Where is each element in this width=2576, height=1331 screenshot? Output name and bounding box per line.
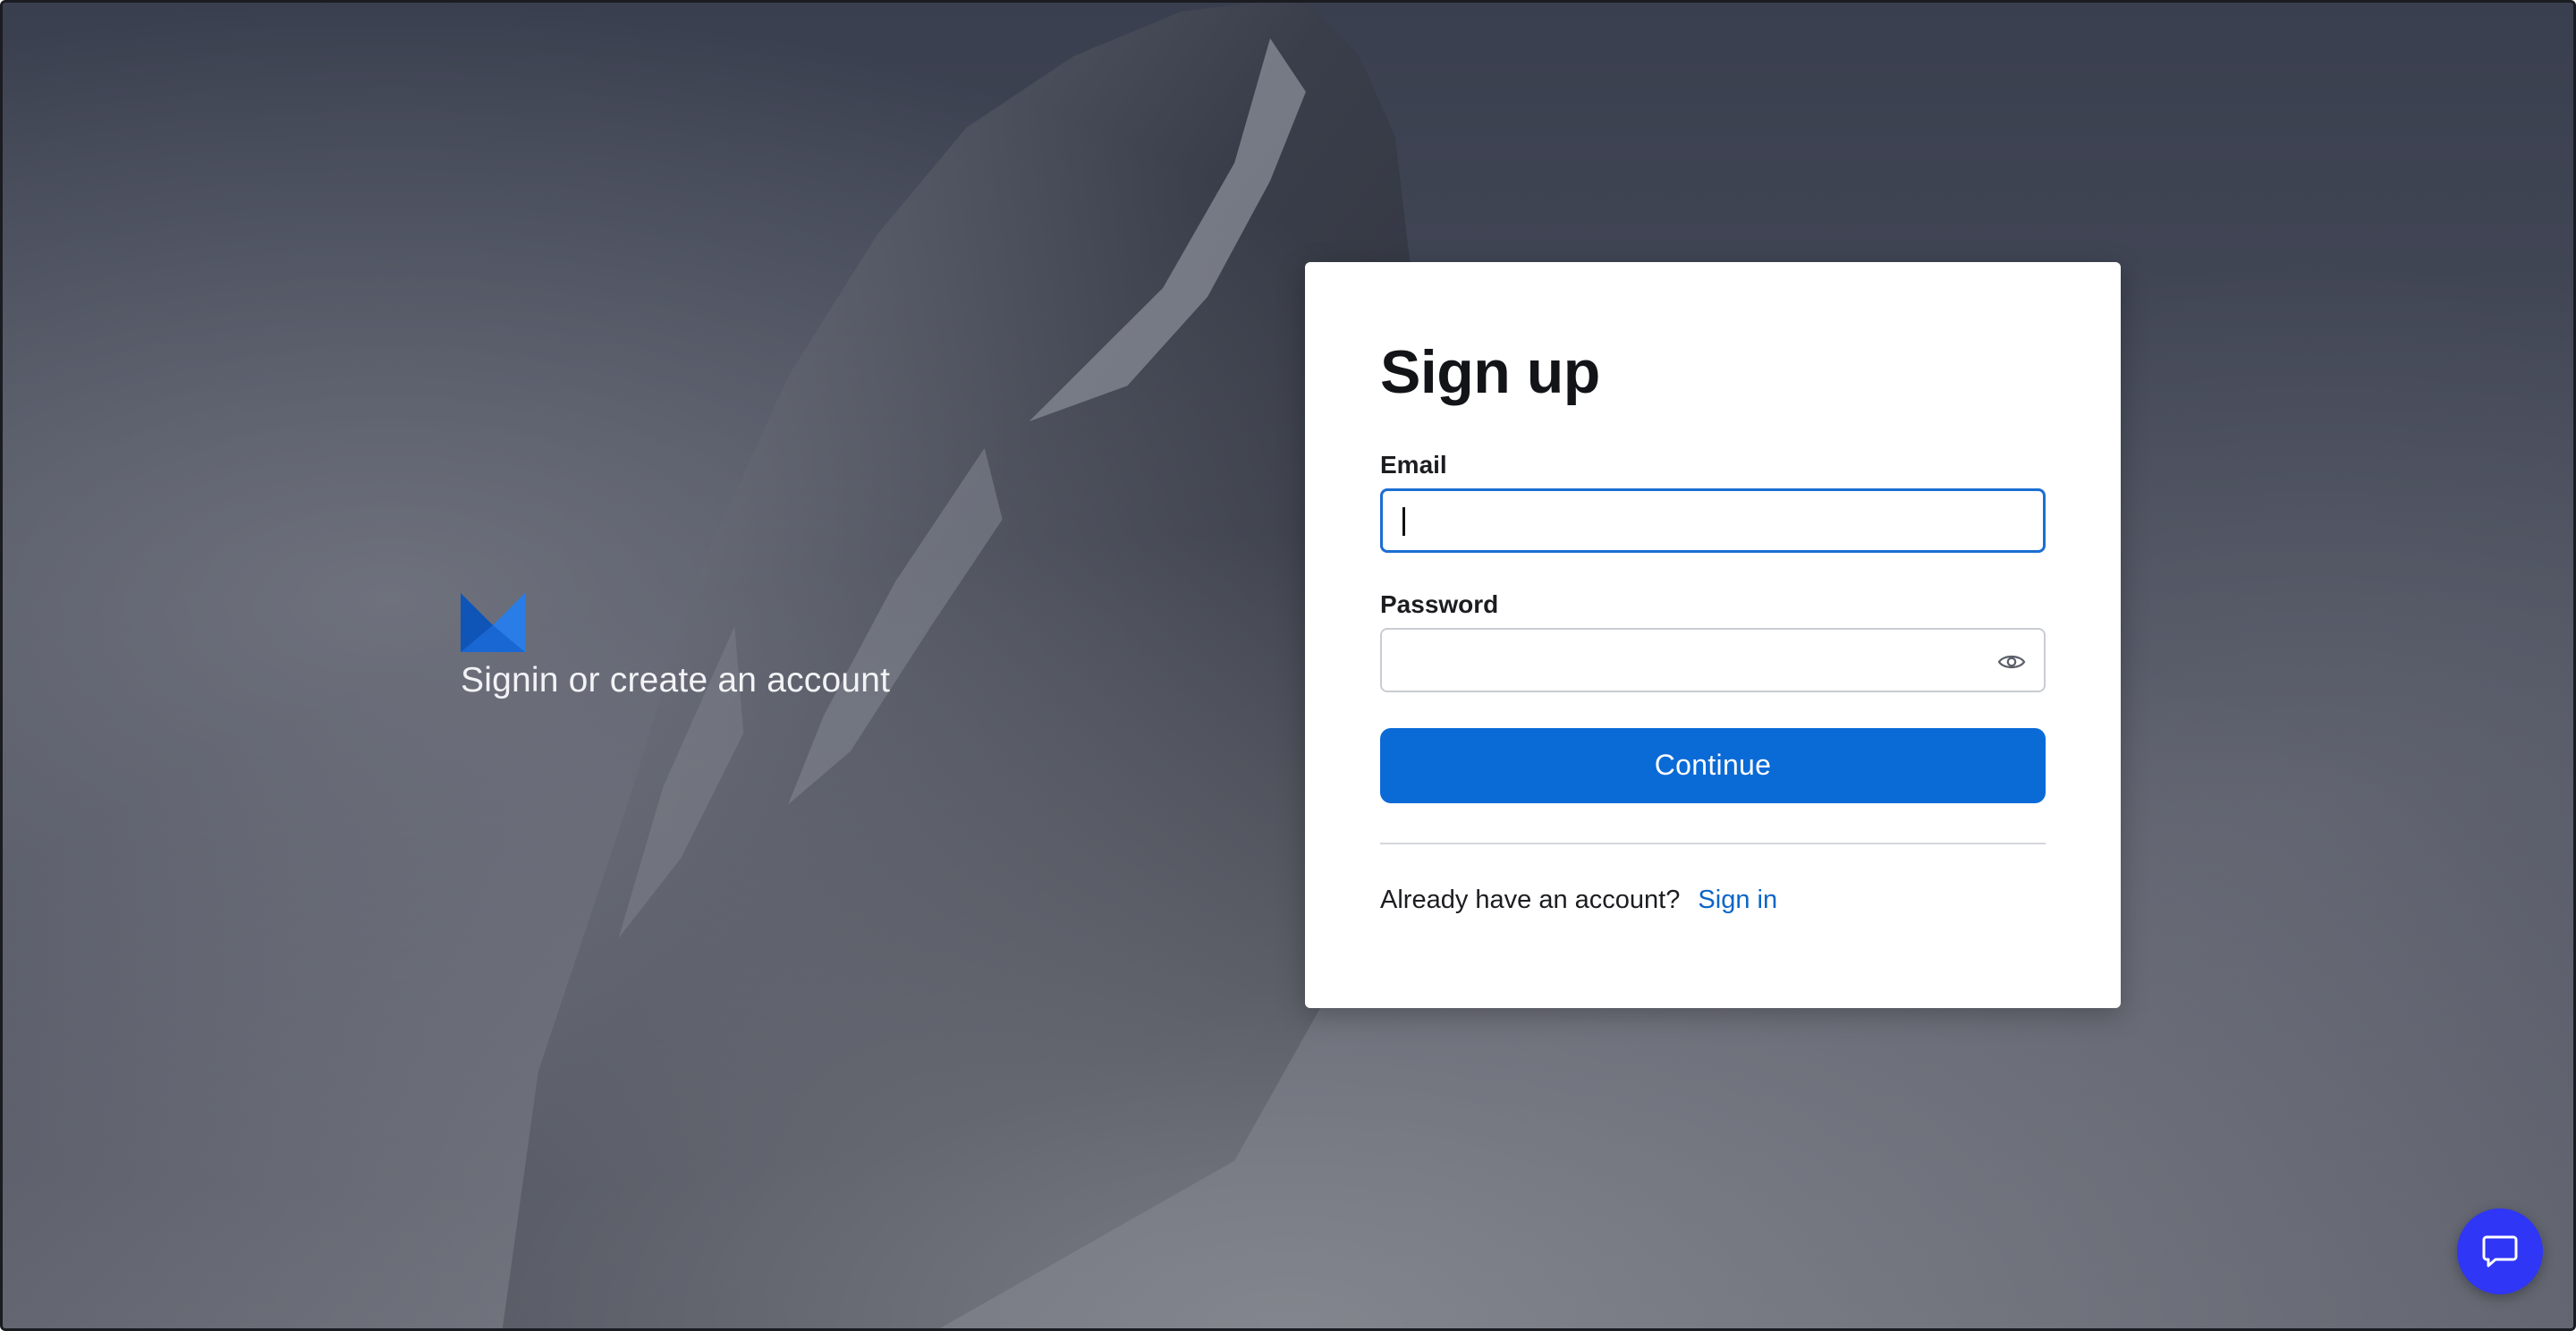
app-screen: Signin or create an account Sign up Emai… [0,0,2576,1331]
text-caret [1402,506,1405,536]
divider [1380,842,2046,844]
continue-button[interactable]: Continue [1380,727,2046,803]
email-field-wrapper [1380,487,2046,553]
password-label: Password [1380,589,1499,618]
brand-tagline: Signin or create an account [461,661,891,699]
password-field[interactable] [1382,629,2044,691]
eye-icon [1997,655,2026,668]
signup-card: Sign up Email Password Continue Already … [1305,262,2121,1008]
already-have-account-text: Already have an account? [1380,885,1681,914]
signup-title: Sign up [1380,338,1600,406]
show-password-toggle[interactable] [1996,646,2028,678]
sign-in-link[interactable]: Sign in [1698,886,1777,914]
email-field[interactable] [1383,490,2043,550]
chat-bubble-icon [2482,1235,2518,1267]
password-field-wrapper [1380,627,2046,692]
m-logo-icon [461,593,525,652]
email-label: Email [1380,450,1447,479]
brand-block: Signin or create an account [461,593,890,700]
signin-prompt: Already have an account? Sign in [1380,886,2046,915]
mountain-background [3,3,2573,1328]
chat-launcher-button[interactable] [2457,1208,2543,1294]
